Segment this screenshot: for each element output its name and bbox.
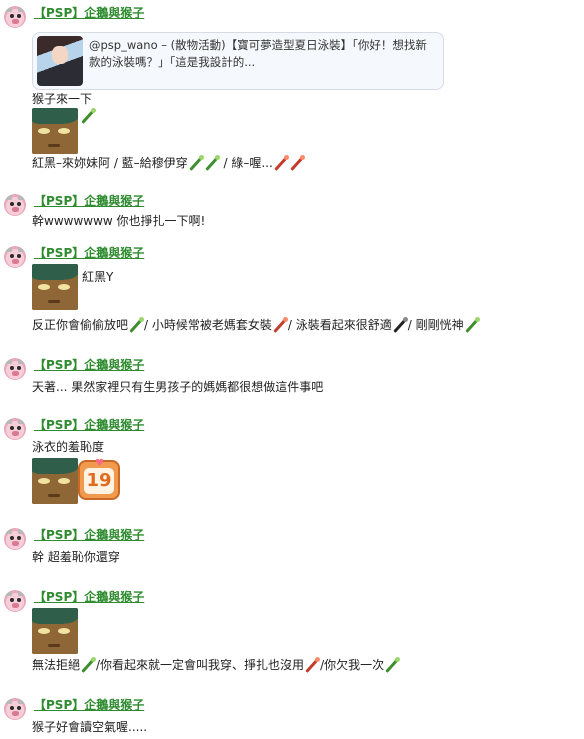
green-stick-icon: [204, 154, 220, 171]
shared-post-card[interactable]: @psp_wano – (散物活動)【寶可夢造型夏日泳裝】「你好！想找新款的泳裝…: [32, 32, 444, 90]
sticker-image: [32, 458, 78, 504]
red-stick-icon: [289, 154, 305, 171]
author-link[interactable]: 【PSP】企鵝與猴子: [34, 192, 144, 209]
comment-text-line: 反正你會偷偷放吧 / 小時候常被老媽套女裝 / 泳裝看起來很舒適 / 剛剛恍神: [32, 316, 480, 333]
sticker-caption: 紅黑Y: [82, 270, 114, 284]
countdown-badge-icon: ♥ 19: [78, 458, 120, 500]
avatar[interactable]: [4, 418, 26, 440]
comment-text-line: 紅黑–來妳妹阿 / 藍–給穆伊穿 / 綠–喔...: [32, 154, 305, 171]
sticker-image: [32, 608, 78, 654]
comment-text: 猴子來一下: [32, 92, 93, 106]
green-stick-icon: [188, 154, 204, 171]
black-stick-icon: [392, 316, 408, 333]
comment-text: 泳衣的羞恥度: [32, 440, 105, 454]
green-stick-icon: [464, 316, 480, 333]
avatar[interactable]: [4, 528, 26, 550]
comment-text-line: 無法拒絕/你看起來就一定會叫我穿、掙扎也沒用/你欠我一次: [32, 656, 401, 673]
author-link[interactable]: 【PSP】企鵝與猴子: [34, 526, 144, 543]
avatar[interactable]: [4, 590, 26, 612]
green-stick-icon: [80, 656, 97, 673]
comment-text: 幹 超羞恥你還穿: [32, 550, 120, 564]
author-link[interactable]: 【PSP】企鵝與猴子: [34, 244, 144, 261]
author-link[interactable]: 【PSP】企鵝與猴子: [34, 696, 144, 713]
sticker-image: [32, 108, 78, 154]
comment-text: 天著... 果然家裡只有生男孩子的媽媽都很想做這件事吧: [32, 380, 324, 394]
green-stick-icon: [128, 316, 145, 333]
author-link[interactable]: 【PSP】企鵝與猴子: [34, 416, 144, 433]
author-link[interactable]: 【PSP】企鵝與猴子: [34, 588, 144, 605]
author-link[interactable]: 【PSP】企鵝與猴子: [34, 356, 144, 373]
card-thumbnail: [37, 36, 83, 86]
green-stick-icon: [384, 656, 401, 673]
card-text: @psp_wano – (散物活動)【寶可夢造型夏日泳裝】「你好！想找新款的泳裝…: [89, 38, 427, 69]
avatar[interactable]: [4, 246, 26, 268]
green-stick-icon: [80, 108, 96, 124]
avatar[interactable]: [4, 358, 26, 380]
red-stick-icon: [273, 154, 289, 171]
sticker-image: [32, 264, 78, 310]
red-stick-icon: [304, 656, 321, 673]
red-stick-icon: [272, 316, 288, 333]
avatar[interactable]: [4, 698, 26, 720]
avatar[interactable]: [4, 6, 26, 28]
author-link[interactable]: 【PSP】企鵝與猴子: [34, 4, 144, 21]
avatar[interactable]: [4, 194, 26, 216]
comment-text: 猴子好會讀空氣喔.....: [32, 720, 148, 734]
comment-text: 幹wwwwwww 你也掙扎一下啊!: [32, 214, 206, 228]
